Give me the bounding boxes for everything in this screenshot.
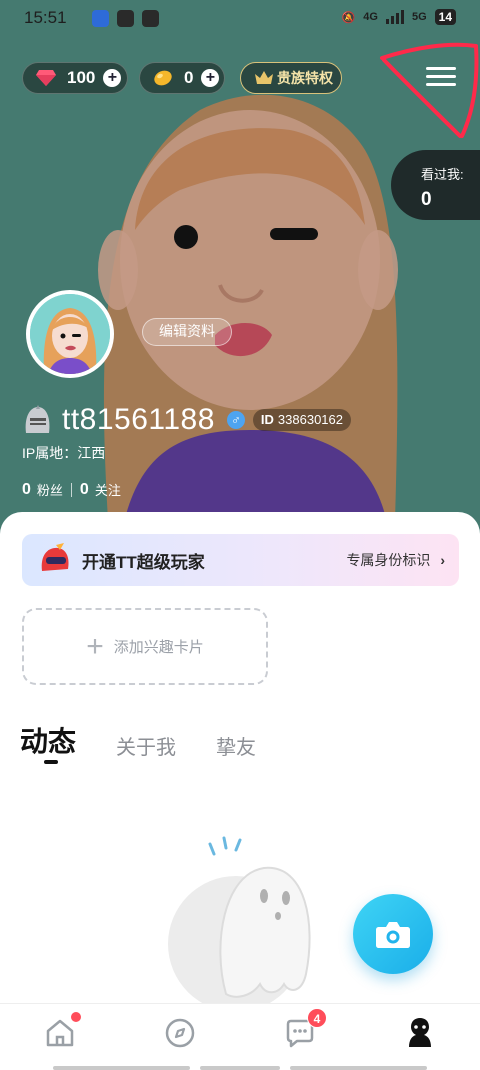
message-count-badge: 4 [307,1008,327,1028]
app-notification-icon [92,10,109,27]
exclusive-id-label: 专属身份标识 [346,552,431,568]
bean-icon [150,67,176,89]
status-app-icons [92,10,159,27]
active-tab-indicator [44,760,58,764]
nav-me[interactable] [403,1016,437,1050]
profile-tabs: 动态 关于我 挚友 [20,720,296,760]
id-value: 338630162 [277,412,343,427]
super-player-subtitle: 专属身份标识 › [346,550,445,570]
status-bar: 15:51 🔕 4G 5G 14 [0,0,480,36]
bottom-nav-bar: 4 [0,1003,480,1070]
fans-label[interactable]: 粉丝 [37,480,63,499]
tab-close-friends[interactable]: 挚友 [216,731,256,760]
stats-divider [70,482,72,497]
super-player-title: 开通TT超级玩家 [82,552,205,572]
knight-helmet-icon [25,405,50,433]
edit-profile-button[interactable]: 编辑资料 [142,318,232,346]
chevron-right-icon: › [440,552,445,568]
gem-icon [33,67,59,89]
viewed-me-label: 看过我: [421,167,464,182]
nav-indicator-right [290,1066,427,1070]
viewed-me-panel[interactable]: 看过我: 0 [391,150,480,220]
plus-icon: + [86,629,104,663]
follow-stats: 0 粉丝 0 关注 [22,480,121,499]
follow-count[interactable]: 0 [80,481,89,499]
camera-icon [376,922,410,948]
nav-indicator-home [53,1066,190,1070]
home-icon [46,1019,74,1047]
mute-icon: 🔕 [341,11,356,24]
nav-indicator-mid [200,1066,280,1070]
add-beans-icon[interactable]: + [201,69,220,87]
super-player-helmet-icon [41,543,69,571]
super-player-banner[interactable]: 开通TT超级玩家 专属身份标识 › [22,534,459,586]
nav-messages[interactable]: 4 [283,1008,327,1050]
compass-icon [165,1018,195,1048]
tab-about-me[interactable]: 关于我 [116,731,176,760]
nav-home[interactable] [43,1012,81,1050]
home-notification-dot [71,1012,81,1022]
empty-ghost-illustration [168,836,311,1004]
signal-icon [385,10,404,24]
noble-label: 贵族特权 [277,70,333,86]
profile-name-row: tt81561188 ♂ ID 338630162 [22,400,351,440]
viewed-me-count: 0 [421,189,432,210]
add-interest-card-label: 添加兴趣卡片 [113,639,204,656]
follow-label[interactable]: 关注 [95,480,121,499]
mail-icon [117,10,134,27]
tab-moments[interactable]: 动态 [20,720,76,760]
app-icon [142,10,159,27]
network-4g: 4G [363,11,378,23]
camera-post-button[interactable] [353,894,433,974]
bean-count: 0 [184,68,194,87]
noble-privilege-button[interactable]: 贵族特权 [240,62,342,94]
gem-count: 100 [67,68,96,87]
username: tt81561188 [62,403,215,436]
nav-explore[interactable] [163,1016,197,1050]
profile-icon [409,1018,431,1047]
add-interest-card-button[interactable]: + 添加兴趣卡片 [22,608,268,685]
ip-location: IP属地：江西 [22,445,106,461]
add-gems-icon[interactable]: + [103,69,122,87]
crown-icon [251,67,277,89]
menu-icon[interactable] [424,62,458,92]
profile-content-sheet: 开通TT超级玩家 专属身份标识 › + 添加兴趣卡片 动态 关于我 挚友 [0,512,480,1004]
id-prefix: ID [260,412,274,427]
bean-balance-chip[interactable]: 0 + [139,62,225,94]
status-indicators: 🔕 4G 5G 14 [342,9,456,25]
gem-balance-chip[interactable]: 100 + [22,62,128,94]
avatar-illustration [30,294,110,374]
user-id-tag[interactable]: ID 338630162 [252,409,351,431]
battery-icon: 14 [434,9,456,25]
male-gender-icon: ♂ [226,411,245,429]
network-5g: 5G [411,11,427,23]
status-time: 15:51 [24,8,67,27]
fans-count[interactable]: 0 [22,481,31,499]
avatar[interactable] [26,290,114,378]
